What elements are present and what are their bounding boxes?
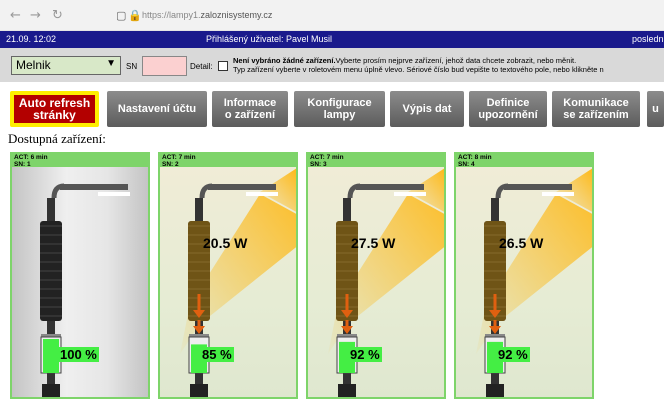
data-listing-button[interactable]: Výpis dat (390, 91, 464, 127)
power-value: 26.5 W (499, 235, 544, 251)
serial-number: SN: 1 (14, 161, 31, 168)
battery-percent: 92 % (348, 347, 382, 362)
lamp-arm-curve (199, 183, 213, 199)
menu-label: se zařízením (563, 109, 629, 121)
url-domain: zaloznisystemy.cz (200, 10, 273, 20)
lamp-arm (208, 184, 276, 190)
lamp-arm (504, 184, 572, 190)
device-communication-button[interactable]: Komunikace se zařízením (552, 91, 640, 127)
menu-label: stránky (33, 108, 76, 122)
lamp-arm-curve (51, 183, 65, 199)
activity-time: ACT: 8 min (458, 154, 492, 161)
address-bar[interactable]: https://lampy1.zaloznisystemy.cz (142, 10, 272, 20)
location-select[interactable]: Melnik ▼ (11, 56, 121, 75)
battery-fill (43, 339, 59, 373)
menu-label: Nastavení účtu (117, 103, 197, 115)
menu-label: u (652, 103, 659, 115)
lamp-base (42, 384, 60, 397)
account-settings-button[interactable]: Nastavení účtu (107, 91, 207, 127)
status-bar: 21.09. 12:02 Přihlášený uživatel: Pavel … (0, 31, 664, 48)
power-value: 20.5 W (203, 235, 248, 251)
menu-label: Informace (223, 97, 277, 109)
chevron-down-icon: ▼ (106, 58, 116, 69)
device-card[interactable]: ACT: 6 min SN: 1 100 % (10, 152, 150, 399)
lamp-base (338, 384, 356, 397)
detail-label: Detail: (190, 62, 213, 71)
lamp-arm (356, 184, 424, 190)
lamp-base (486, 384, 504, 397)
datetime: 21.09. 12:02 (6, 34, 57, 44)
lamp-light (394, 192, 426, 196)
serial-number: SN: 3 (310, 161, 327, 168)
info-message-bold: Není vybráno žádné zařízení. (233, 56, 336, 65)
more-menu-button[interactable]: u (647, 91, 664, 127)
status-bar-right: posledni (632, 34, 664, 44)
menu-label: Komunikace (563, 97, 629, 109)
power-value: 27.5 W (351, 235, 396, 251)
control-panel: Melnik ▼ SN Detail: Není vybráno žádné z… (0, 48, 664, 82)
lamp-illustration (40, 183, 130, 397)
lamp-arm (60, 184, 128, 190)
sn-input[interactable] (142, 56, 187, 76)
lamp-illustration (328, 168, 444, 397)
main-menu: Auto refresh stránky Nastavení účtu Infor… (0, 86, 664, 130)
back-icon[interactable]: ← (10, 8, 21, 23)
menu-label: Definice (486, 97, 530, 109)
lamp-illustration (476, 168, 592, 397)
battery-percent: 100 % (58, 347, 99, 362)
url-prefix: https://lampy1. (142, 10, 201, 20)
activity-time: ACT: 7 min (310, 154, 344, 161)
location-select-value: Melnik (16, 58, 51, 72)
page-info-icon[interactable]: ▢ (116, 9, 126, 22)
device-card[interactable]: ACT: 7 min SN: 2 20.5 W 85 % (158, 152, 298, 399)
activity-time: ACT: 7 min (162, 154, 196, 161)
menu-label: o zařízení (224, 109, 276, 121)
device-card[interactable]: ACT: 7 min SN: 3 27.5 W 92 % (306, 152, 446, 399)
lamp-light (542, 192, 574, 196)
lamp-config-button[interactable]: Konfigurace lampy (294, 91, 385, 127)
serial-number: SN: 2 (162, 161, 179, 168)
lamp-arm-curve (347, 183, 361, 199)
lamp-light (246, 192, 278, 196)
info-message-line2: Typ zařízení vyberte v roletovém menu úp… (233, 65, 604, 74)
auto-refresh-button[interactable]: Auto refresh stránky (10, 91, 99, 127)
lamp-light (98, 192, 130, 196)
device-info-button[interactable]: Informace o zařízení (212, 91, 288, 127)
menu-label: Výpis dat (402, 103, 452, 115)
sn-label: SN (126, 62, 138, 71)
lamp-base (190, 384, 208, 397)
menu-label: Konfigurace (307, 97, 372, 109)
device-card[interactable]: ACT: 8 min SN: 4 26.5 W 92 % (454, 152, 594, 399)
menu-label: upozornění (478, 109, 538, 121)
lock-icon[interactable]: 🔒 (128, 9, 142, 22)
reload-icon[interactable]: ↻ (52, 8, 63, 23)
lamp-illustration (180, 168, 296, 397)
section-title: Dostupná zařízení: (8, 131, 106, 146)
serial-number: SN: 4 (458, 161, 475, 168)
logged-user: Přihlášený uživatel: Pavel Musil (206, 34, 333, 44)
info-message: Není vybráno žádné zařízení.Vyberte pros… (233, 56, 604, 74)
battery-percent: 85 % (200, 347, 234, 362)
info-message-line1: Vyberte prosím nejprve zařízení, jehož d… (335, 56, 577, 65)
forward-icon[interactable]: → (30, 8, 41, 23)
activity-time: ACT: 6 min (14, 154, 48, 161)
detail-checkbox[interactable] (218, 61, 228, 71)
browser-bar: ← → ↻ ▢ 🔒 https://lampy1.zaloznisystemy.… (0, 0, 664, 31)
battery-percent: 92 % (496, 347, 530, 362)
lamp-arm-curve (495, 183, 509, 199)
menu-label: lampy (323, 109, 356, 121)
alert-definition-button[interactable]: Definice upozornění (469, 91, 547, 127)
